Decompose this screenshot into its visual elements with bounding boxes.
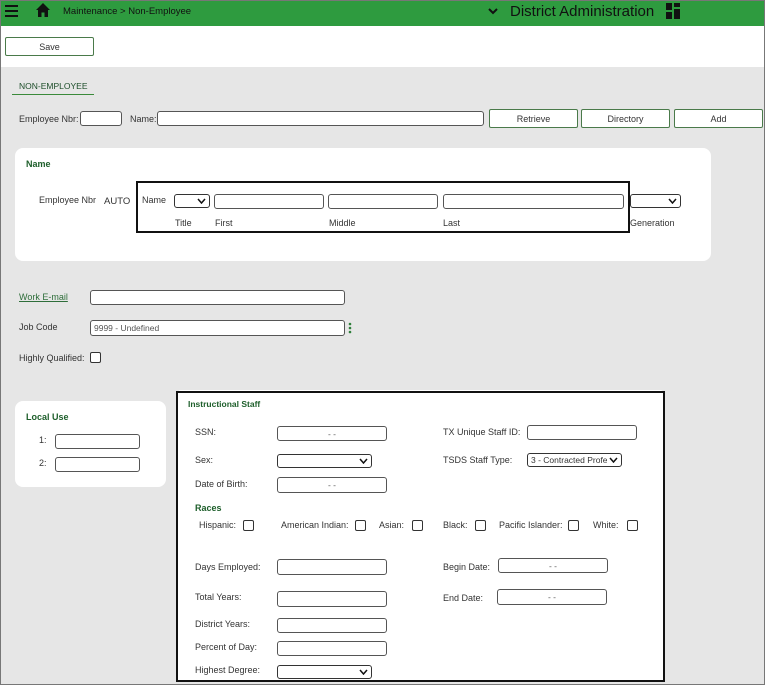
name-search-input[interactable] — [157, 111, 484, 126]
employee-nbr-search-input[interactable] — [80, 111, 122, 126]
race-pacific-islander-label: Pacific Islander: — [499, 520, 563, 530]
employee-nbr-label: Employee Nbr — [39, 195, 97, 205]
race-pacific-islander-checkbox[interactable] — [568, 520, 579, 531]
more-options-icon[interactable] — [348, 322, 352, 334]
work-email-input[interactable] — [90, 290, 345, 305]
name-panel-heading: Name — [26, 159, 51, 169]
title-caption: Title — [175, 218, 192, 228]
employee-nbr-search-label: Employee Nbr: — [19, 114, 79, 124]
breadcrumb: Maintenance > Non-Employee — [63, 6, 192, 17]
name-search-label: Name: — [130, 114, 157, 124]
hamburger-menu-icon[interactable] — [5, 5, 18, 17]
begin-date-placeholder: - - — [548, 560, 558, 571]
begin-date-input[interactable]: - - — [498, 558, 608, 573]
race-asian-checkbox[interactable] — [412, 520, 423, 531]
employee-nbr-value: AUTO — [104, 196, 131, 207]
total-years-input[interactable] — [277, 591, 387, 607]
chevron-down-icon — [359, 458, 368, 464]
first-name-input[interactable] — [214, 194, 324, 209]
district-years-input[interactable] — [277, 618, 387, 633]
chevron-down-icon — [668, 198, 677, 204]
work-email-link[interactable]: Work E-mail — [19, 292, 68, 302]
instructional-staff-heading: Instructional Staff — [188, 399, 261, 409]
percent-of-day-input[interactable] — [277, 641, 387, 656]
last-caption: Last — [443, 218, 461, 228]
first-caption: First — [215, 218, 233, 228]
job-code-input[interactable]: 9999 - Undefined — [90, 320, 345, 336]
total-years-label: Total Years: — [195, 592, 242, 602]
tsds-staff-type-label: TSDS Staff Type: — [443, 455, 513, 465]
app-title: District Administration — [510, 3, 655, 20]
save-bar: Save — [0, 26, 765, 67]
generation-caption: Generation — [630, 218, 675, 228]
days-employed-input[interactable] — [277, 559, 387, 575]
ssn-placeholder: - - — [327, 428, 337, 439]
local-use-2-label: 2: — [39, 458, 47, 468]
name-label: Name — [142, 195, 167, 205]
highly-qualified-label: Highly Qualified: — [19, 353, 85, 363]
race-asian-label: Asian: — [379, 520, 405, 530]
race-black-label: Black: — [443, 520, 468, 530]
race-american-indian-label: American Indian: — [281, 520, 349, 530]
sex-label: Sex: — [195, 455, 214, 465]
highest-degree-label: Highest Degree: — [195, 665, 261, 675]
end-date-placeholder: - - — [547, 592, 557, 602]
top-bar: Maintenance > Non-Employee District Admi… — [0, 0, 765, 26]
local-use-heading: Local Use — [26, 412, 69, 422]
tx-unique-id-input[interactable] — [527, 425, 637, 440]
end-date-label: End Date: — [443, 593, 484, 603]
middle-caption: Middle — [329, 218, 356, 228]
home-icon[interactable] — [35, 2, 51, 18]
district-years-label: District Years: — [195, 619, 251, 629]
highly-qualified-checkbox[interactable] — [90, 352, 101, 363]
grid-menu-icon[interactable] — [666, 3, 680, 19]
chevron-down-icon — [197, 198, 206, 204]
chevron-down-icon — [609, 457, 618, 463]
highest-degree-select[interactable] — [277, 665, 372, 679]
date-of-birth-label: Date of Birth: — [195, 479, 248, 489]
race-white-checkbox[interactable] — [627, 520, 638, 531]
days-employed-label: Days Employed: — [195, 562, 261, 572]
tsds-staff-type-value: 3 - Contracted Profess — [531, 455, 607, 465]
tx-unique-id-label: TX Unique Staff ID: — [443, 427, 521, 437]
chevron-down-icon — [359, 669, 368, 675]
race-hispanic-label: Hispanic: — [199, 520, 237, 530]
retrieve-button[interactable]: Retrieve — [489, 109, 578, 128]
title-select[interactable] — [174, 194, 210, 208]
sex-select[interactable] — [277, 454, 372, 468]
tsds-staff-type-select[interactable]: 3 - Contracted Profess — [527, 453, 622, 467]
local-use-1-input[interactable] — [55, 434, 140, 449]
job-code-value: 9999 - Undefined — [94, 323, 160, 333]
local-use-2-input[interactable] — [55, 457, 140, 472]
tab-non-employee-label: NON-EMPLOYEE — [19, 81, 88, 91]
local-use-1-label: 1: — [39, 435, 47, 445]
begin-date-label: Begin Date: — [443, 562, 491, 572]
middle-name-input[interactable] — [328, 194, 438, 209]
date-of-birth-input[interactable]: - - — [277, 477, 387, 493]
race-black-checkbox[interactable] — [475, 520, 486, 531]
dob-placeholder: - - — [327, 480, 337, 490]
generation-select[interactable] — [630, 194, 681, 208]
race-hispanic-checkbox[interactable] — [243, 520, 254, 531]
race-white-label: White: — [593, 520, 619, 530]
percent-of-day-label: Percent of Day: — [195, 642, 258, 652]
chevron-down-icon[interactable] — [486, 2, 500, 20]
end-date-input[interactable]: - - — [497, 589, 607, 605]
job-code-label: Job Code — [19, 322, 58, 332]
last-name-input[interactable] — [443, 194, 624, 209]
tab-non-employee[interactable]: NON-EMPLOYEE — [12, 80, 94, 95]
directory-button[interactable]: Directory — [581, 109, 670, 128]
races-heading: Races — [195, 503, 222, 513]
ssn-input[interactable]: - - — [277, 426, 387, 441]
add-button[interactable]: Add — [674, 109, 763, 128]
save-button[interactable]: Save — [5, 37, 94, 56]
ssn-label: SSN: — [195, 427, 217, 437]
race-american-indian-checkbox[interactable] — [355, 520, 366, 531]
